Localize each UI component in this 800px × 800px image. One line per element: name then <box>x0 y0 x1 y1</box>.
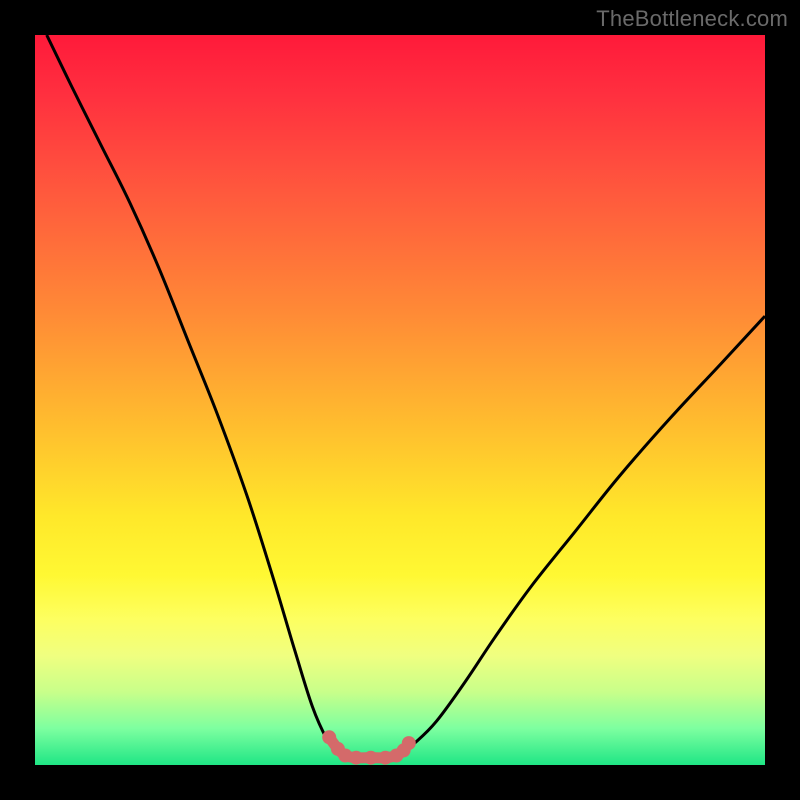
chart-svg <box>35 35 765 765</box>
trough-marker-dot <box>322 730 336 744</box>
watermark-text: TheBottleneck.com <box>596 6 788 32</box>
trough-marker <box>322 730 416 764</box>
trough-marker-dot <box>364 751 378 765</box>
outer-frame: TheBottleneck.com <box>0 0 800 800</box>
right-curve-path <box>400 316 765 754</box>
plot-area <box>35 35 765 765</box>
left-curve-path <box>47 35 338 754</box>
left-curve <box>47 35 338 754</box>
right-curve <box>400 316 765 754</box>
trough-marker-dot <box>349 751 363 765</box>
trough-marker-dot <box>402 736 416 750</box>
